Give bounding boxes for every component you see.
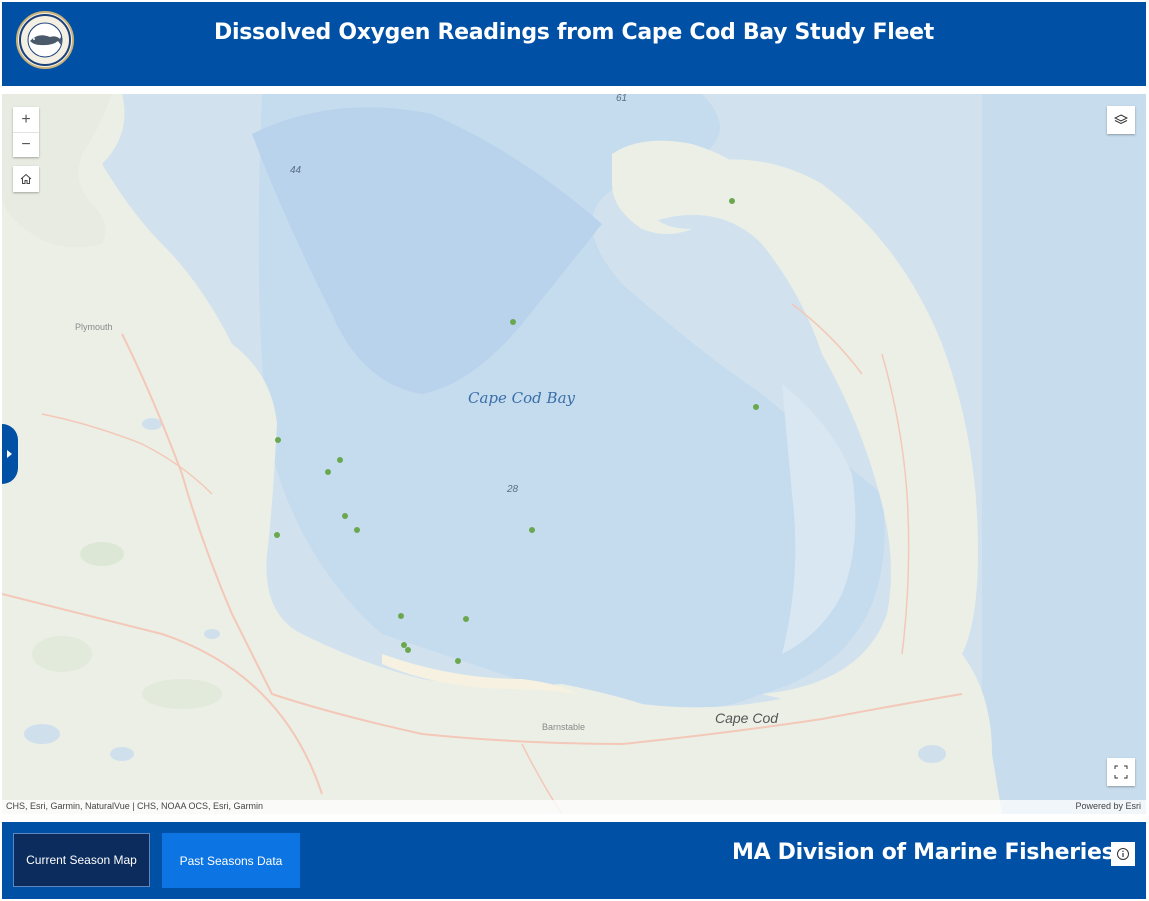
attribution-sources: CHS, Esri, Garmin, NaturalVue | CHS, NOA… [6, 801, 264, 811]
zoom-in-button[interactable]: + [13, 107, 39, 132]
app-footer: Current Season Map Past Seasons Data MA … [2, 822, 1146, 899]
label-depth-61: 61 [616, 94, 628, 104]
info-icon [1117, 848, 1129, 860]
powered-by-esri[interactable]: Powered by Esri [1075, 801, 1141, 811]
label-cape-cod-bay: Cape Cod Bay [468, 389, 575, 407]
fullscreen-button[interactable] [1107, 758, 1135, 786]
fullscreen-icon [1114, 765, 1128, 779]
caret-right-icon [7, 450, 12, 458]
label-depth-44: 44 [290, 165, 302, 176]
past-seasons-data-button[interactable]: Past Seasons Data [162, 833, 300, 888]
side-panel-toggle[interactable] [2, 424, 18, 484]
home-icon [20, 173, 32, 184]
current-season-map-button[interactable]: Current Season Map [13, 833, 150, 887]
map-view[interactable]: 61 44 28 Plymouth Barnstable Cape Cod Ba… [2, 94, 1146, 814]
zoom-controls: + − [13, 107, 39, 157]
layers-icon [1114, 114, 1128, 125]
map-attribution: CHS, Esri, Garmin, NaturalVue | CHS, NOA… [2, 800, 1146, 814]
info-button[interactable] [1111, 842, 1135, 866]
basemap [2, 94, 1146, 814]
label-barnstable: Barnstable [542, 722, 586, 732]
label-cape-cod: Cape Cod [715, 710, 779, 726]
page-title: Dissolved Oxygen Readings from Cape Cod … [214, 20, 934, 45]
zoom-out-button[interactable]: − [13, 132, 39, 157]
organization-title: MA Division of Marine Fisheries [732, 840, 1115, 865]
app-header: Dissolved Oxygen Readings from Cape Cod … [2, 2, 1146, 86]
label-plymouth: Plymouth [75, 322, 113, 332]
label-depth-28: 28 [507, 484, 519, 495]
layers-button[interactable] [1107, 106, 1135, 134]
home-button[interactable] [13, 166, 39, 192]
